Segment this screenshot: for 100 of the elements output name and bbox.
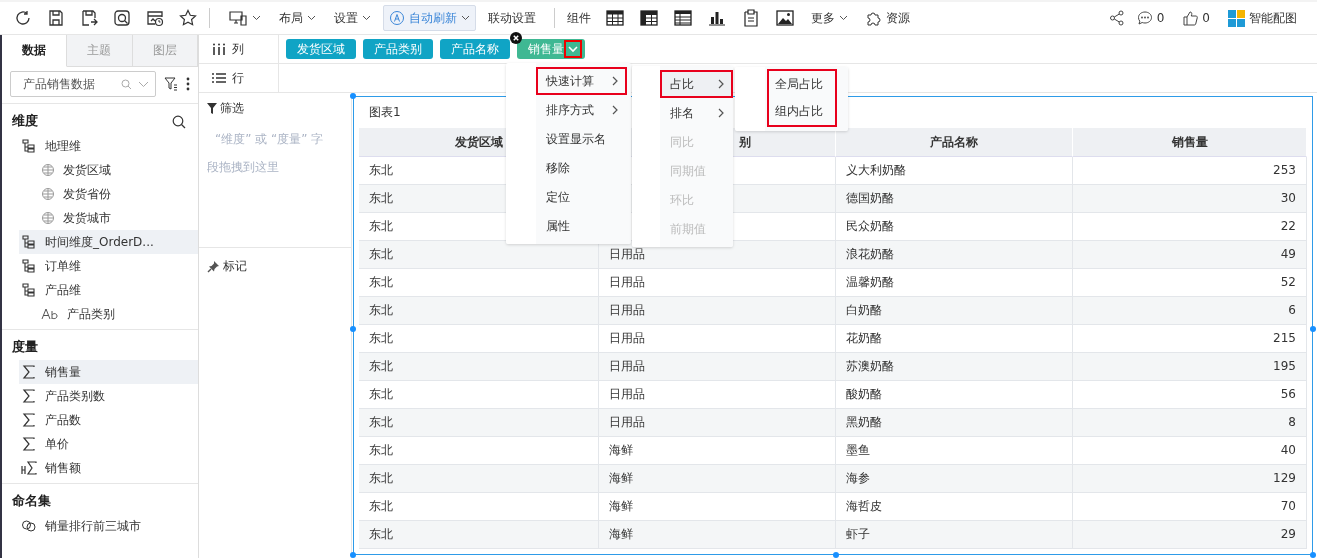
smart-chart-button[interactable]: 智能配图 xyxy=(1222,5,1303,31)
table-cell: 22 xyxy=(1073,213,1307,241)
table-cell: 花奶酪 xyxy=(836,325,1073,353)
table-cell: 东北 xyxy=(359,241,599,269)
close-icon[interactable] xyxy=(510,32,522,44)
menu-item[interactable]: 排序方式 xyxy=(536,96,627,124)
table-cell: 日用品 xyxy=(599,325,836,353)
section-title: 命名集 xyxy=(12,493,51,510)
more-button[interactable]: 更多 xyxy=(805,5,854,31)
schedule-icon[interactable] xyxy=(146,9,164,27)
detail-table-icon[interactable] xyxy=(674,10,692,26)
column-header: 产品名称 xyxy=(836,128,1073,157)
field-item[interactable]: 产品数 xyxy=(19,408,198,432)
field-item[interactable]: 发货区域 xyxy=(19,158,198,182)
field-item[interactable]: 销售额 xyxy=(19,456,198,480)
linkage-settings-button[interactable]: 联动设置 xyxy=(482,5,542,31)
hierarchy-icon xyxy=(21,258,37,274)
hierarchy-icon xyxy=(21,234,37,250)
search-icon xyxy=(121,78,132,90)
field-item[interactable]: 单价 xyxy=(19,432,198,456)
like-button[interactable]: 0 xyxy=(1176,5,1216,31)
table-cell: 海鲜 xyxy=(599,437,836,465)
shelf-label: 列 xyxy=(232,40,244,58)
document-icon[interactable] xyxy=(742,9,760,27)
drop-hint: “维度” 或 “度量” 字段拖拽到这里 xyxy=(207,131,325,176)
table-cell: 52 xyxy=(1073,269,1307,297)
section-title: 维度 xyxy=(12,113,38,130)
table-cell: 德国奶酪 xyxy=(836,185,1073,213)
image-icon[interactable] xyxy=(776,10,794,26)
menu-item[interactable]: 排名 xyxy=(660,99,733,127)
table-cell: 东北 xyxy=(359,521,599,549)
components-label: 组件 xyxy=(567,9,591,27)
filter-icon xyxy=(207,103,217,114)
caret-icon xyxy=(252,15,261,21)
table-cell: 东北 xyxy=(359,269,599,297)
field-item[interactable]: 产品类别 xyxy=(19,302,198,326)
table-cell: 虾子 xyxy=(836,521,1073,549)
menu-item[interactable]: 全局占比 xyxy=(775,76,835,93)
field-item[interactable]: 发货城市 xyxy=(19,206,198,230)
field-item[interactable]: 地理维 xyxy=(19,134,198,158)
star-icon[interactable] xyxy=(179,9,197,27)
caret-icon xyxy=(839,15,848,21)
table-widget[interactable] xyxy=(353,96,1313,555)
table-cell: 东北 xyxy=(359,465,599,493)
table-cell: 东北 xyxy=(359,493,599,521)
field-item[interactable]: 时间维度_OrderD... xyxy=(19,230,198,254)
device-icon xyxy=(228,10,248,26)
table-cell: 东北 xyxy=(359,437,599,465)
dropdown-toggle[interactable] xyxy=(566,42,580,56)
field-item[interactable]: 订单维 xyxy=(19,254,198,278)
field-item[interactable]: 销量排行前三城市 xyxy=(19,514,198,538)
table-cell: 8 xyxy=(1073,409,1307,437)
auto-refresh-button[interactable]: 自动刷新 xyxy=(383,5,476,31)
table-cell: 东北 xyxy=(359,325,599,353)
field-item[interactable]: 产品类别数 xyxy=(19,384,198,408)
menu-item[interactable]: 快速计算 xyxy=(536,67,627,95)
table-cell: 日用品 xyxy=(599,381,836,409)
table-cell: 56 xyxy=(1073,381,1307,409)
resources-button[interactable]: 资源 xyxy=(860,5,916,31)
share-icon[interactable] xyxy=(1108,10,1125,26)
search-icon[interactable] xyxy=(172,114,186,129)
globe-icon xyxy=(41,187,55,201)
comments-button[interactable]: 0 xyxy=(1130,5,1171,31)
table-cell: 墨鱼 xyxy=(836,437,1073,465)
dataset-select[interactable]: 产品销售数据 xyxy=(10,71,156,97)
field-item[interactable]: 产品维 xyxy=(19,278,198,302)
more-vertical-icon[interactable] xyxy=(186,77,190,91)
table-cell: 129 xyxy=(1073,465,1307,493)
table-cell: 215 xyxy=(1073,325,1307,353)
table-cell: 6 xyxy=(1073,297,1307,325)
linked-circles-icon xyxy=(21,519,37,533)
save-as-icon[interactable] xyxy=(80,9,98,27)
section-title: 度量 xyxy=(12,339,38,356)
table-cell: 海鲜 xyxy=(599,465,836,493)
thumbs-up-icon xyxy=(1182,10,1199,26)
table-cell: 东北 xyxy=(359,409,599,437)
menu-item[interactable]: 占比 xyxy=(660,70,733,98)
table-cell: 海鲜 xyxy=(599,493,836,521)
pin-icon xyxy=(207,260,220,273)
menu-item[interactable]: 组内占比 xyxy=(775,103,835,120)
save-icon[interactable] xyxy=(47,9,65,27)
caret-icon xyxy=(307,15,316,21)
table-cell: 29 xyxy=(1073,521,1307,549)
sigma-icon xyxy=(21,388,37,404)
crosstab-icon[interactable] xyxy=(640,10,658,26)
table-cell: 30 xyxy=(1073,185,1307,213)
table-cell: 温馨奶酪 xyxy=(836,269,1073,297)
field-item[interactable]: 发货省份 xyxy=(19,182,198,206)
menu-button[interactable]: 设置 xyxy=(328,5,377,31)
filter-icon[interactable] xyxy=(164,77,178,91)
refresh-icon[interactable] xyxy=(14,9,32,27)
hierarchy-icon xyxy=(21,282,37,298)
preview-icon[interactable] xyxy=(113,9,131,27)
field-item[interactable]: 销售量 xyxy=(19,360,198,384)
text-type-icon xyxy=(41,308,59,320)
menu-button[interactable]: 布局 xyxy=(273,5,322,31)
table-cell: 日用品 xyxy=(599,269,836,297)
table-icon[interactable] xyxy=(606,10,624,26)
table-cell: 195 xyxy=(1073,353,1307,381)
bar-chart-icon[interactable] xyxy=(708,10,726,26)
